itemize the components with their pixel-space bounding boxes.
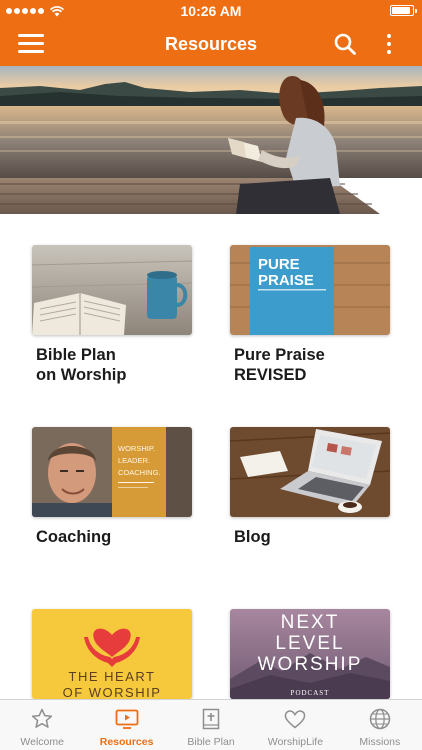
coach-portrait-image: WORSHIP. LEADER. COACHING. — [32, 427, 192, 517]
pure-praise-book-cover-image: PURE PRAISE — [230, 245, 390, 335]
search-icon[interactable] — [333, 32, 357, 56]
battery-icon — [390, 5, 417, 16]
resource-card-bible-plan[interactable]: Bible Plan on Worship — [32, 245, 194, 385]
tab-worshiplife[interactable]: WorshipLife — [253, 700, 337, 750]
overlay-line-2: LEVEL — [275, 633, 344, 654]
heart-of-worship-image: THE HEART OF WORSHIP — [32, 609, 192, 699]
overlay-line-3: WORSHIP — [258, 654, 363, 675]
hero-banner-image — [0, 66, 422, 214]
cover-title-line-2: PRAISE — [258, 272, 314, 289]
laptop-on-desk-image — [230, 427, 390, 517]
banner-line-3: COACHING. — [118, 468, 161, 477]
resource-card-next-level-worship[interactable]: NEXT LEVEL WORSHIP PODCAST — [230, 609, 392, 709]
globe-icon — [369, 708, 391, 730]
banner-line-1: WORSHIP. — [118, 444, 155, 453]
tab-resources[interactable]: Resources — [84, 700, 168, 750]
resource-title: Blog — [234, 528, 271, 546]
tab-bible-plan[interactable]: Bible Plan — [169, 700, 253, 750]
star-icon — [32, 708, 53, 728]
overlay-line-2: OF WORSHIP — [63, 685, 162, 699]
battery-level — [392, 7, 410, 14]
bible-plus-icon — [202, 708, 220, 730]
overlay-line-1: THE HEART — [69, 669, 156, 684]
tab-missions[interactable]: Missions — [338, 700, 422, 750]
resource-title: Pure Praise REVISED — [234, 346, 325, 384]
banner-line-2: LEADER. — [118, 456, 150, 465]
podcast-tag: PODCAST — [291, 689, 330, 697]
resource-card-heart-of-worship[interactable]: THE HEART OF WORSHIP — [32, 609, 194, 709]
status-time: 10:26 AM — [180, 3, 242, 19]
tab-welcome[interactable]: Welcome — [0, 700, 84, 750]
tab-bar: Welcome Resources Bible Plan WorshipLife — [0, 699, 422, 750]
video-play-icon — [115, 709, 139, 729]
open-bible-and-mug-image — [32, 245, 192, 335]
page-title: Resources — [164, 34, 258, 54]
cover-title-line-1: PURE — [258, 256, 300, 273]
more-vertical-icon[interactable] — [380, 32, 398, 56]
nav-bar: Resources — [0, 22, 422, 66]
tab-label: Resources — [99, 736, 154, 748]
tab-label: Bible Plan — [187, 736, 235, 748]
resource-title: Bible Plan on Worship — [36, 346, 127, 384]
resource-card-blog[interactable]: Blog — [230, 427, 392, 547]
resource-title: Coaching — [36, 528, 112, 546]
tab-label: WorshipLife — [267, 736, 324, 748]
resource-card-coaching[interactable]: WORSHIP. LEADER. COACHING. Coaching — [32, 427, 194, 547]
status-bar: 10:26 AM — [0, 0, 422, 22]
next-level-worship-image: NEXT LEVEL WORSHIP PODCAST — [230, 609, 390, 699]
tab-label: Welcome — [20, 736, 64, 748]
tab-label: Missions — [359, 736, 401, 748]
heart-outline-icon — [285, 710, 306, 729]
overlay-line-1: NEXT — [281, 612, 340, 633]
resource-card-pure-praise[interactable]: PURE PRAISE Pure Praise REVISED — [230, 245, 392, 385]
